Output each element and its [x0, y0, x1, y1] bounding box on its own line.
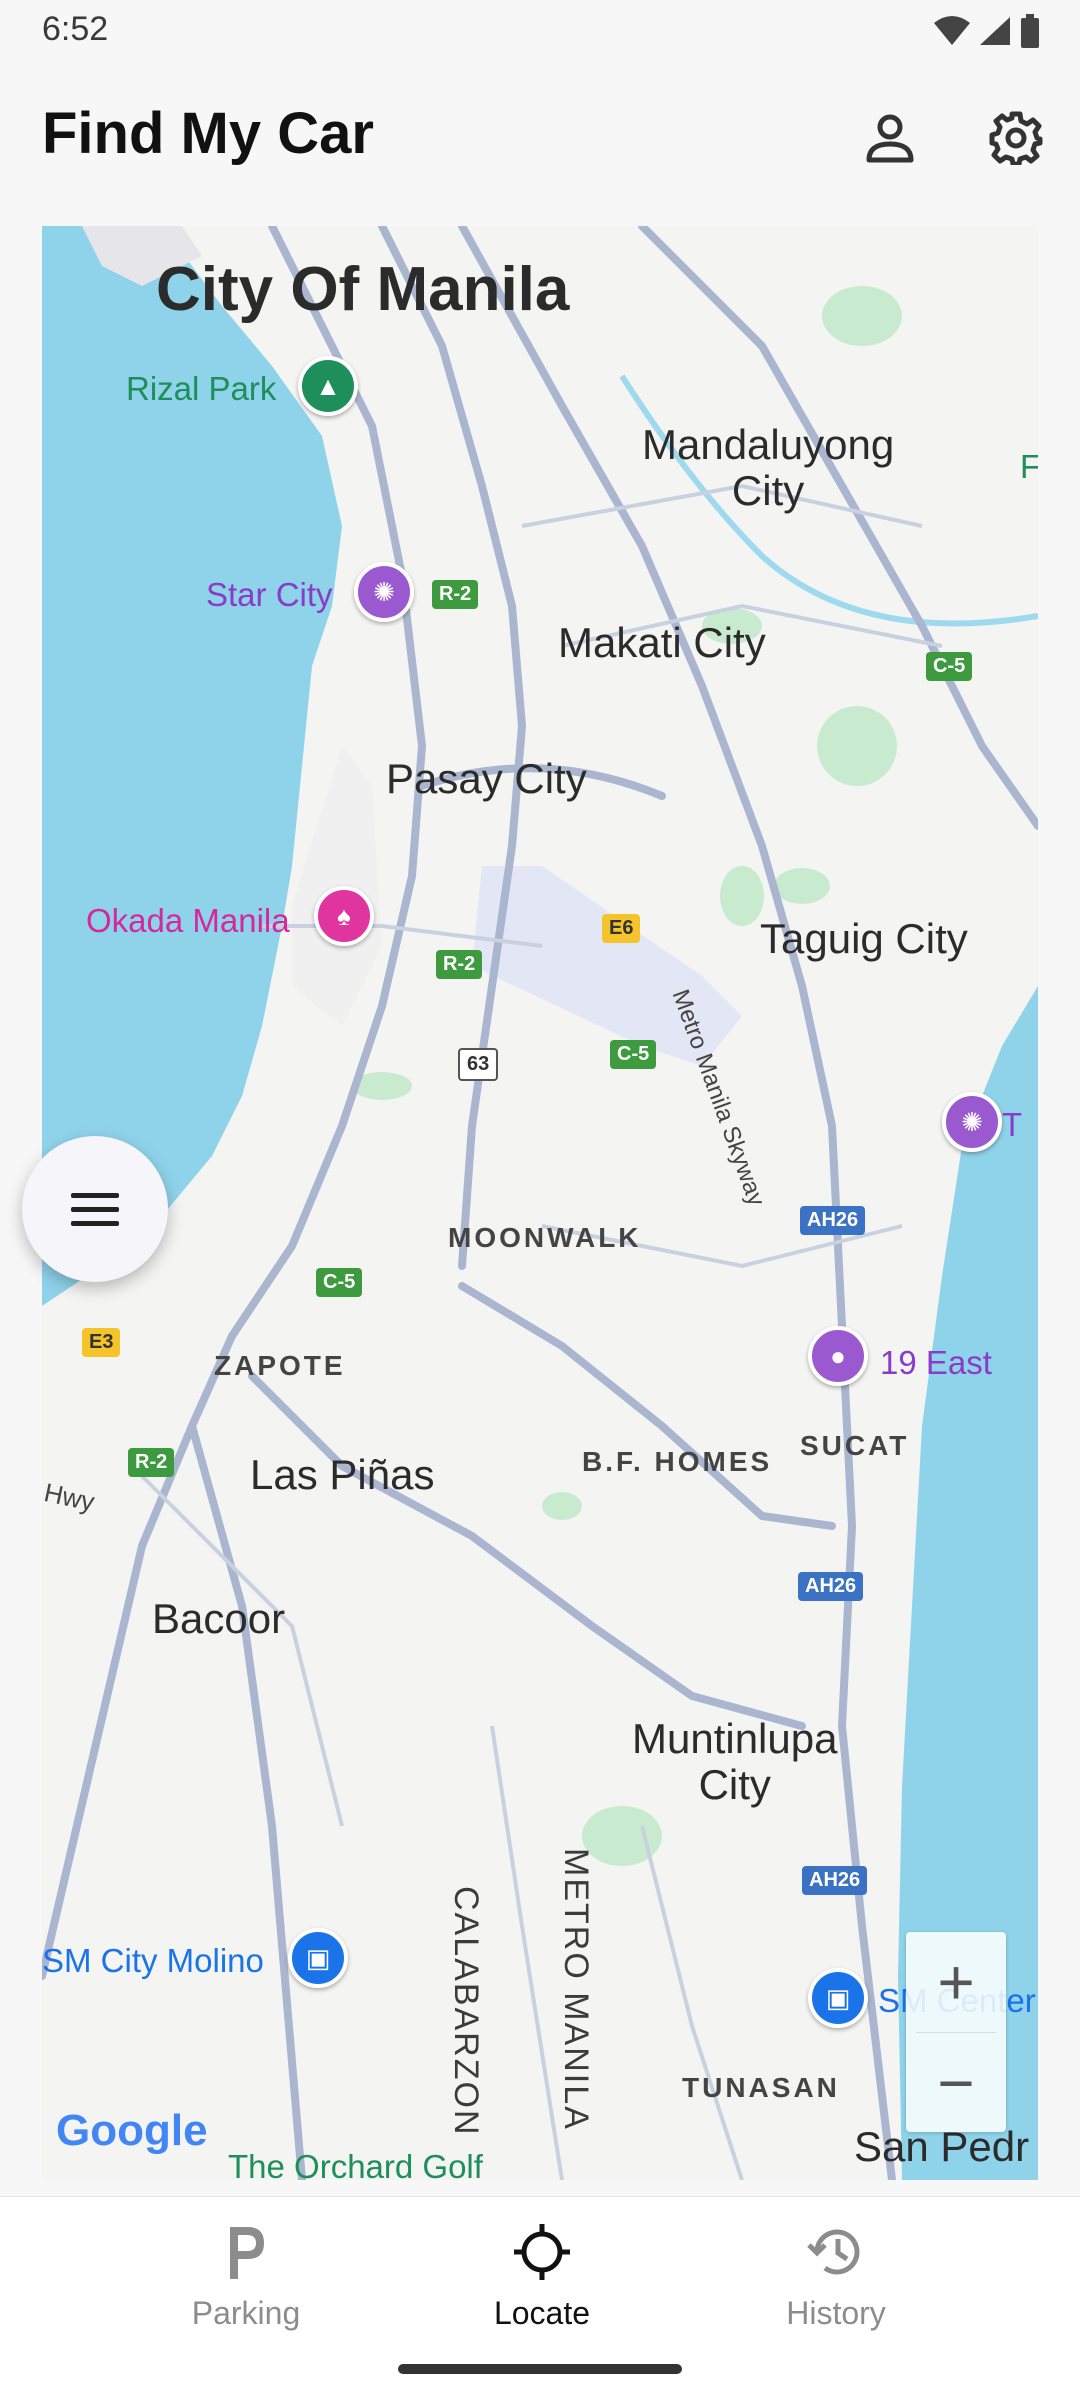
- poi-label-okada-manila[interactable]: Okada Manila: [86, 902, 290, 940]
- menu-button[interactable]: [22, 1136, 168, 1282]
- shield-63: 63: [458, 1048, 499, 1081]
- shield-ah26-b: AH26: [798, 1572, 864, 1601]
- poi-label-star-city[interactable]: Star City: [206, 576, 333, 614]
- amusement-park-icon-edge[interactable]: ✺: [942, 1092, 1002, 1152]
- nav-label-parking: Parking: [191, 2295, 301, 2331]
- signal-icon: [980, 17, 1010, 45]
- city-label-mandaluyong: Mandaluyong City: [642, 421, 895, 515]
- city-label-bacoor: Bacoor: [152, 1595, 286, 1642]
- city-label-makati: Makati City: [558, 619, 766, 666]
- nav-label-locate: Locate: [493, 2295, 591, 2331]
- history-icon: [736, 2217, 936, 2287]
- page-title: Find My Car: [42, 101, 374, 166]
- shield-r2-a: R-2: [432, 580, 479, 609]
- nav-item-parking[interactable]: Parking: [146, 2217, 346, 2332]
- crosshair-icon: [442, 2217, 642, 2287]
- road-label-calabarzon: CALABARZON: [447, 1886, 485, 2137]
- map-base: [42, 226, 1038, 2180]
- zoom-in-button[interactable]: +: [906, 1932, 1006, 2032]
- city-label-taguig: Taguig City: [760, 915, 968, 962]
- person-icon: [866, 114, 914, 163]
- district-label-bf-homes: B.F. HOMES: [582, 1446, 773, 1477]
- parking-icon: [146, 2217, 346, 2287]
- district-label-tunasan: TUNASAN: [682, 2072, 840, 2103]
- shield-ah26-a: AH26: [800, 1206, 866, 1235]
- shield-r2-c: R-2: [128, 1448, 175, 1477]
- city-label-pasay: Pasay City: [386, 755, 587, 802]
- city-label-manila: City Of Manila: [156, 255, 570, 324]
- shield-r2-b: R-2: [436, 950, 483, 979]
- battery-icon: [1021, 14, 1039, 48]
- zoom-controls: + −: [906, 1932, 1006, 2132]
- poi-label-19-east[interactable]: 19 East: [880, 1344, 992, 1382]
- shield-c5-b: C-5: [610, 1040, 657, 1069]
- shield-e3: E3: [82, 1328, 121, 1357]
- google-logo: Google: [56, 2106, 208, 2155]
- shopping-bag-icon[interactable]: ▣: [288, 1928, 348, 1988]
- tree-icon[interactable]: ▲: [298, 356, 358, 416]
- wifi-icon: [934, 16, 970, 45]
- shopping-bag-icon-2[interactable]: ▣: [808, 1968, 868, 2028]
- cat-icon[interactable]: ●: [808, 1326, 868, 1386]
- status-bar: 6:52: [0, 0, 1080, 62]
- hamburger-icon: [71, 1193, 119, 1226]
- casino-icon[interactable]: ♠: [314, 886, 374, 946]
- gear-icon: [989, 111, 1043, 165]
- poi-label-edge-f: F: [1020, 448, 1038, 485]
- amusement-park-icon[interactable]: ✺: [354, 562, 414, 622]
- district-label-zapote: ZAPOTE: [214, 1350, 346, 1381]
- district-label-sucat: SUCAT: [800, 1430, 910, 1461]
- poi-label-sm-molino[interactable]: SM City Molino: [42, 1942, 264, 1980]
- shield-e6: E6: [602, 914, 641, 943]
- settings-button[interactable]: [984, 106, 1048, 170]
- poi-label-orchard-golf[interactable]: The Orchard Golf: [228, 2148, 483, 2180]
- nav-item-locate[interactable]: Locate: [442, 2217, 642, 2332]
- city-label-muntinlupa: Muntinlupa City: [632, 1715, 838, 1809]
- poi-label-rizal-park[interactable]: Rizal Park: [126, 370, 276, 408]
- nav-item-history[interactable]: History: [736, 2217, 936, 2332]
- profile-button[interactable]: [858, 106, 922, 170]
- city-label-las-pinas: Las Piñas: [250, 1451, 435, 1498]
- map-view[interactable]: City Of Manila Mandaluyong City Makati C…: [42, 226, 1038, 2180]
- nav-label-history: History: [786, 2295, 886, 2331]
- district-label-moonwalk: MOONWALK: [448, 1222, 642, 1253]
- status-time: 6:52: [42, 10, 109, 48]
- zoom-out-button[interactable]: −: [906, 2033, 1006, 2133]
- poi-label-edge-t[interactable]: T: [1002, 1106, 1022, 1144]
- road-label-metro-manila: METRO MANILA: [557, 1848, 595, 2131]
- shield-c5-c: C-5: [316, 1268, 363, 1297]
- shield-ah26-c: AH26: [802, 1866, 868, 1895]
- shield-c5-a: C-5: [926, 652, 973, 681]
- home-indicator[interactable]: [398, 2364, 682, 2374]
- status-icons: [934, 14, 1040, 48]
